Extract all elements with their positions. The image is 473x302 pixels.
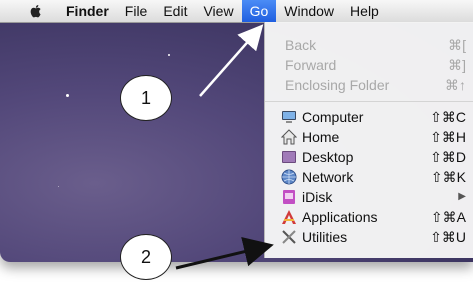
menu-item-shortcut: ⌘[ xyxy=(448,37,466,53)
menu-item-enclosing-folder[interactable]: Enclosing Folder ⌘↑ xyxy=(265,74,473,96)
menu-item-network[interactable]: Network ⇧⌘K xyxy=(265,166,473,188)
menu-item-computer[interactable]: Computer ⇧⌘C xyxy=(265,106,473,128)
idisk-icon xyxy=(283,190,295,204)
star-decoration xyxy=(58,186,59,187)
network-icon xyxy=(281,169,297,185)
utilities-icon xyxy=(282,230,296,244)
menu-item-shortcut: ⇧⌘D xyxy=(430,149,466,165)
menu-item-desktop[interactable]: Desktop ⇧⌘D xyxy=(265,146,473,168)
menu-item-applications[interactable]: Applications ⇧⌘A xyxy=(265,206,473,228)
go-menu: Back ⌘[ Forward ⌘] Enclosing Folder ⌘↑ C… xyxy=(264,22,473,258)
menu-item-label: Enclosing Folder xyxy=(285,77,390,93)
star-decoration xyxy=(168,54,170,56)
screenshot-frame: Finder File Edit View Go Window Help Bac… xyxy=(0,0,473,262)
menu-item-label: Network xyxy=(302,169,354,185)
menu-finder[interactable]: Finder xyxy=(58,0,117,22)
menu-item-shortcut: ⇧⌘K xyxy=(430,169,466,185)
menu-item-label: iDisk xyxy=(302,189,333,205)
menu-separator xyxy=(265,101,473,102)
menu-item-shortcut: ⇧⌘A xyxy=(430,209,466,225)
applications-icon xyxy=(282,210,296,224)
menu-file[interactable]: File xyxy=(117,0,156,22)
menu-item-label: Back xyxy=(285,37,317,53)
apple-icon[interactable] xyxy=(28,3,44,19)
menu-item-forward[interactable]: Forward ⌘] xyxy=(265,54,473,76)
menu-view[interactable]: View xyxy=(195,0,241,22)
callout-number: 2 xyxy=(140,246,151,267)
callout-number: 1 xyxy=(140,87,151,108)
menu-item-home[interactable]: Home ⇧⌘H xyxy=(265,126,473,148)
menu-item-shortcut: ⇧⌘C xyxy=(430,109,466,125)
desktop-icon xyxy=(282,151,296,163)
menu-item-shortcut: ⌘] xyxy=(448,57,466,73)
menu-window[interactable]: Window xyxy=(276,0,342,22)
home-icon xyxy=(281,129,297,145)
callout-2: 2 xyxy=(120,234,172,280)
menu-item-label: Desktop xyxy=(302,149,354,165)
computer-icon xyxy=(282,111,296,123)
menu-item-idisk[interactable]: iDisk ▶ xyxy=(265,186,473,208)
menu-item-label: Forward xyxy=(285,57,337,73)
menu-go[interactable]: Go xyxy=(241,0,277,22)
callout-1: 1 xyxy=(120,75,172,121)
star-decoration xyxy=(66,94,69,97)
menu-item-label: Home xyxy=(302,129,340,145)
menu-item-utilities[interactable]: Utilities ⇧⌘U xyxy=(265,226,473,248)
menu-item-shortcut: ⇧⌘H xyxy=(430,129,466,145)
menu-item-label: Computer xyxy=(302,109,364,125)
menu-help[interactable]: Help xyxy=(342,0,387,22)
menu-item-label: Applications xyxy=(302,209,378,225)
submenu-arrow-icon: ▶ xyxy=(458,191,466,202)
menu-item-back[interactable]: Back ⌘[ xyxy=(265,34,473,56)
menu-edit[interactable]: Edit xyxy=(155,0,195,22)
menu-bar: Finder File Edit View Go Window Help xyxy=(0,0,473,23)
menu-item-label: Utilities xyxy=(302,229,348,245)
menu-item-shortcut: ⌘↑ xyxy=(445,77,466,93)
menu-item-shortcut: ⇧⌘U xyxy=(430,229,466,245)
